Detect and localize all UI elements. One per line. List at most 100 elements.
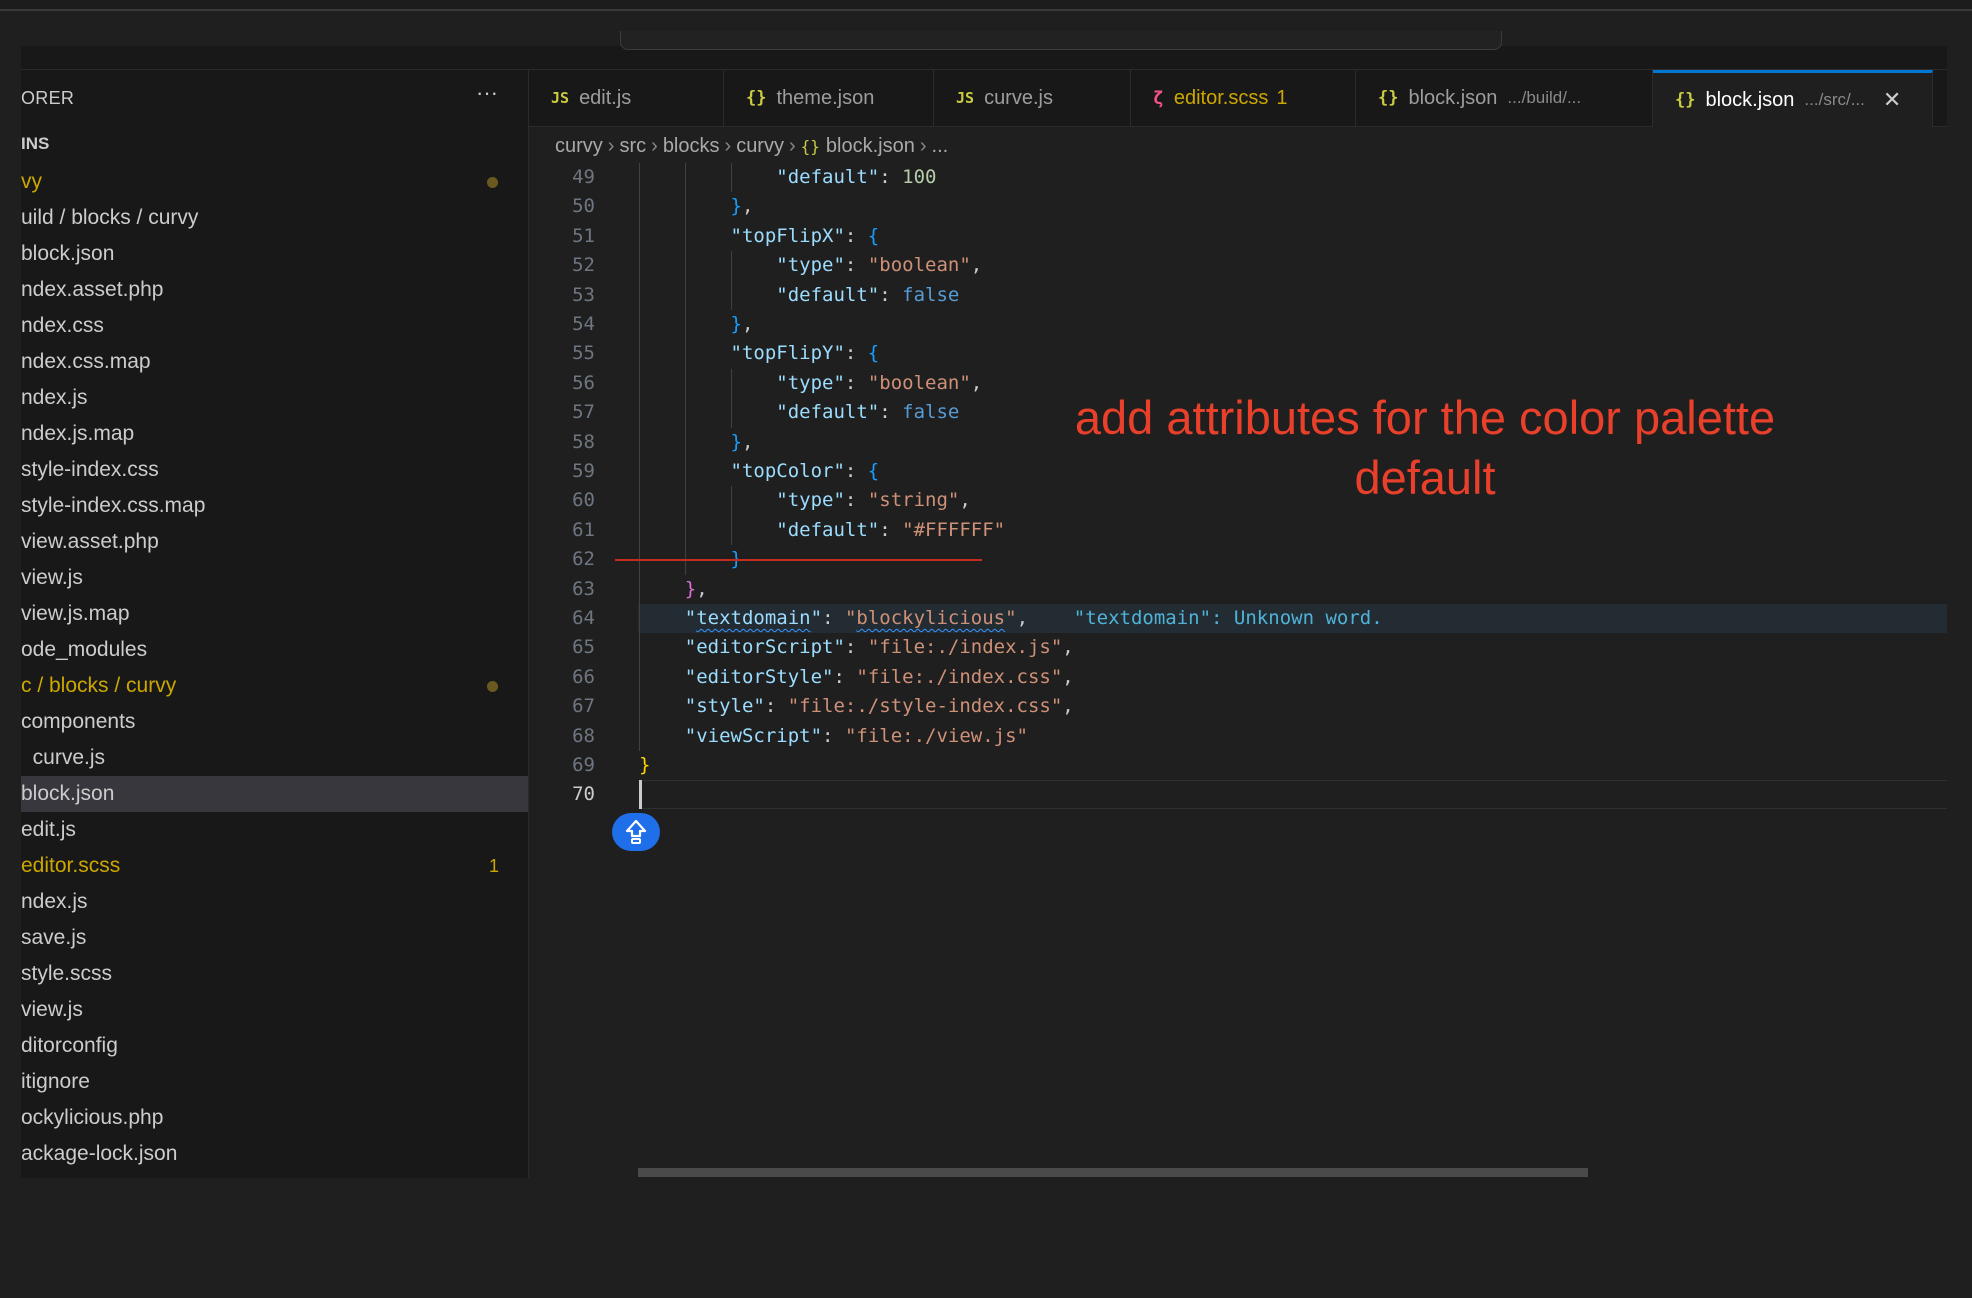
code-token: } <box>730 313 742 335</box>
tree-item[interactable]: view.js.map <box>21 596 528 632</box>
tree-item[interactable]: ockylicious.php <box>21 1100 528 1136</box>
tree-item[interactable]: ode_modules <box>21 632 528 668</box>
code-line[interactable]: 66 "editorStyle": "file:./index.css", <box>529 663 1947 692</box>
line-number: 65 <box>572 636 595 659</box>
code-line[interactable]: 55 "topFlipY": { <box>529 339 1947 368</box>
tree-item[interactable]: ndex.js.map <box>21 416 528 452</box>
tree-item[interactable]: edit.js <box>21 812 528 848</box>
line-text: }, <box>639 310 754 339</box>
tree-item-label: ndex.js <box>21 890 88 913</box>
code-token: : <box>844 460 868 482</box>
tree-item-label: ndex.asset.php <box>21 278 164 301</box>
code-line[interactable]: 63 }, <box>529 575 1947 604</box>
tree-item[interactable]: uild / blocks / curvy <box>21 200 528 236</box>
code-line[interactable]: 51 "topFlipX": { <box>529 222 1947 251</box>
tree-item[interactable]: style.scss <box>21 956 528 992</box>
ellipsis-icon[interactable]: ··· <box>476 80 498 106</box>
code-token: "boolean" <box>867 254 971 277</box>
tab-theme-json[interactable]: {} theme.json <box>724 70 934 126</box>
code-token: "type" <box>776 371 845 394</box>
tree-item-label: block.json <box>21 782 115 805</box>
tree-item[interactable]: editor.scss 1 <box>21 848 528 884</box>
annotation-line-1: add attributes for the color palette <box>1074 391 1776 444</box>
js-file-icon: JS <box>956 89 975 107</box>
tab-curve-js[interactable]: JS curve.js <box>934 70 1131 126</box>
tree-item[interactable]: vy <box>21 164 528 200</box>
code-token: : <box>879 166 903 188</box>
tree-item[interactable]: view.js <box>21 560 528 596</box>
tab-block-json[interactable]: {} block.json .../build/... <box>1356 70 1653 126</box>
breadcrumb-item[interactable]: curvy <box>555 135 603 157</box>
tree-item[interactable]: ditorconfig <box>21 1028 528 1064</box>
code-token: "file:./view.js" <box>844 724 1028 747</box>
tree-item[interactable]: ndex.js <box>21 380 528 416</box>
tree-item[interactable]: style-index.css <box>21 452 528 488</box>
tree-item[interactable]: itignore <box>21 1064 528 1100</box>
tab-editor-scss[interactable]: ζ editor.scss 1 <box>1131 70 1356 126</box>
command-center-search[interactable] <box>620 31 1502 50</box>
code-token: : <box>844 224 868 247</box>
code-line[interactable]: 52 "type": "boolean", <box>529 251 1947 280</box>
tree-item[interactable]: components <box>21 704 528 740</box>
code-line[interactable]: 54 }, <box>529 310 1947 339</box>
tree-item[interactable]: block.json <box>21 776 528 812</box>
line-text: "topFlipX": { <box>639 222 880 251</box>
close-icon[interactable]: ✕ <box>1883 87 1901 113</box>
tree-item-label: c / blocks / curvy <box>21 674 177 697</box>
code-line[interactable]: 70 <box>529 780 1947 810</box>
tab-edit-js[interactable]: JS edit.js <box>529 70 724 126</box>
code-line[interactable]: 69} <box>529 751 1947 780</box>
tree-item[interactable]: ndex.asset.php <box>21 272 528 308</box>
tree-item[interactable]: ndex.css.map <box>21 344 528 380</box>
tree-item-label: editor.scss <box>21 854 121 877</box>
tree-item[interactable]: view.asset.php <box>21 524 528 560</box>
line-text: "editorStyle": "file:./index.css", <box>639 663 1074 692</box>
tree-item[interactable]: curve.js <box>21 740 528 776</box>
workspace-section-header[interactable]: INS <box>21 134 49 154</box>
code-token: } <box>730 195 742 218</box>
code-line[interactable]: 61 "default": "#FFFFFF" <box>529 516 1947 545</box>
code-line[interactable]: 64 "textdomain": "blockylicious", "textd… <box>529 604 1947 634</box>
tree-item[interactable]: ackage-lock.json <box>21 1136 528 1172</box>
breadcrumb-item[interactable]: ... <box>932 135 949 157</box>
code-token: : <box>844 636 868 659</box>
indent-guide <box>684 163 686 575</box>
code-line[interactable]: 50 }, <box>529 192 1947 221</box>
code-token: "file:./index.css" <box>856 665 1063 688</box>
code-line[interactable]: 67 "style": "file:./style-index.css", <box>529 692 1947 721</box>
chevron-right-icon: › <box>651 135 658 157</box>
code-line[interactable]: 49 "default": 100 <box>529 163 1947 192</box>
line-number: 66 <box>572 665 595 688</box>
tree-item[interactable]: view.js <box>21 992 528 1028</box>
tree-item[interactable]: style-index.css.map <box>21 488 528 524</box>
code-line[interactable]: 68 "viewScript": "file:./view.js" <box>529 722 1947 751</box>
breadcrumb: curvy › src › blocks › curvy ›{} block.json ›... <box>555 131 948 161</box>
breadcrumb-item[interactable]: curvy <box>736 135 784 157</box>
tree-item[interactable]: c / blocks / curvy <box>21 668 528 704</box>
tree-item[interactable]: save.js <box>21 920 528 956</box>
code-token: , <box>1062 636 1074 659</box>
json-file-icon: {} <box>746 88 767 108</box>
chevron-right-icon: › <box>724 135 732 157</box>
breadcrumb-item[interactable]: blocks <box>663 135 720 157</box>
horizontal-scrollbar[interactable] <box>638 1168 1588 1177</box>
code-editor[interactable]: 49 "default": 100 50 }, 51 "topFlipX": {52… <box>529 163 1947 1168</box>
line-number: 61 <box>572 518 595 541</box>
tree-item[interactable]: ndex.css <box>21 308 528 344</box>
code-token: : <box>844 342 868 365</box>
annotation-text: add attributes for the color palette def… <box>1020 388 1830 508</box>
tree-item[interactable]: block.json <box>21 236 528 272</box>
code-token: "topColor" <box>730 460 845 482</box>
tree-item[interactable]: ndex.js <box>21 884 528 920</box>
breadcrumb-item[interactable]: block.json <box>826 135 915 157</box>
code-line[interactable]: 53 "default": false <box>529 281 1947 310</box>
code-line[interactable]: 65 "editorScript": "file:./index.js", <box>529 633 1947 662</box>
tab-block-json[interactable]: {} block.json .../src/... ✕ <box>1653 70 1933 127</box>
line-number: 53 <box>572 283 595 306</box>
breadcrumb-item[interactable]: src <box>619 135 646 157</box>
upload-button[interactable] <box>612 813 660 851</box>
code-token: , <box>741 195 754 218</box>
